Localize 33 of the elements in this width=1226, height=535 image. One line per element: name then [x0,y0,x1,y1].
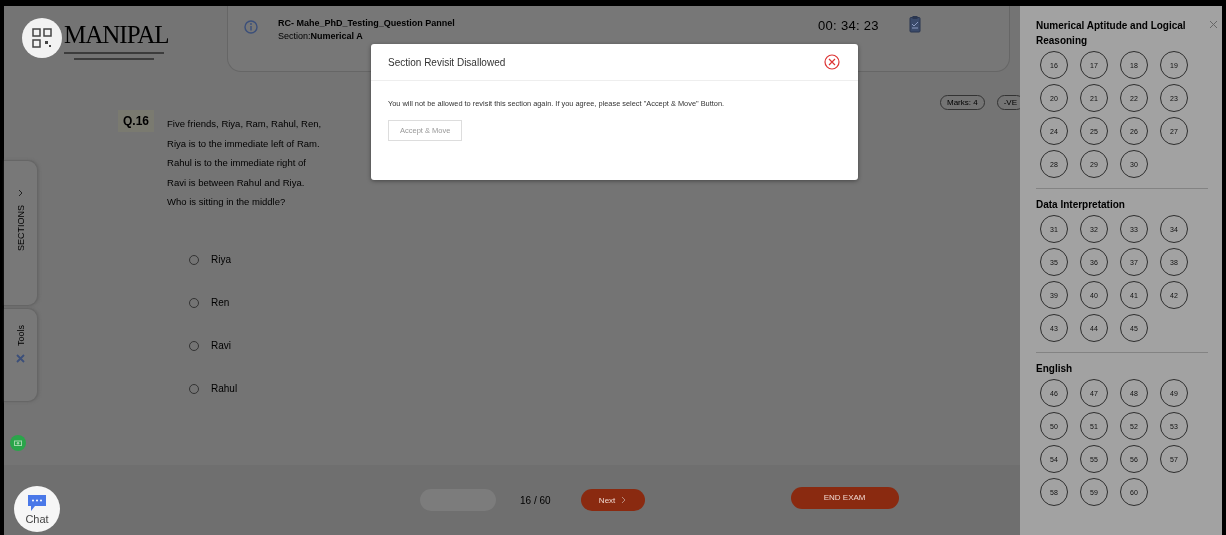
tools-icon [16,354,25,363]
chevron-icon [621,496,627,504]
chevron-icon [17,189,24,197]
option-label[interactable]: Rahul [211,383,238,394]
close-icon[interactable] [824,54,840,70]
question-text: Who is sitting in the middle? [167,195,287,209]
section-title: Numerical Aptitude and Logical Reasoning [1036,19,1186,48]
end-exam-button[interactable]: END EXAM [790,486,899,509]
question-counter: 16 / 60 [520,494,551,506]
side-tab[interactable]: Tools [4,308,38,402]
section-title: English [1036,362,1074,376]
option-label[interactable]: Riya [211,254,231,265]
exam-title: RC- Mahe_PhD_Testing_Question Pannel [278,18,456,28]
side-tab[interactable]: SECTIONS [4,160,38,306]
option-label[interactable]: Ren [211,297,230,308]
chat-icon [27,493,47,512]
dialog-title: Section Revisit Disallowed [388,56,506,68]
close-icon[interactable] [1209,20,1218,29]
question-text: Riya is to the immediate left of Ram. [167,136,321,151]
info-icon[interactable] [244,20,258,34]
qr-code-icon [22,18,62,58]
logo-text: MANIPAL [64,20,169,50]
question-text: Rahul is to the immediate right of [167,156,307,170]
timer: 00: 34: 23 [818,18,879,33]
clipboard-icon[interactable] [908,15,921,33]
question-text: Five friends, Riya, Ram, Rahul, Ren, [167,117,322,131]
question-number: Q.16 [118,110,154,132]
option-label[interactable]: Ravi [211,340,231,351]
camera-icon[interactable] [10,435,26,451]
section-title: Data Interpretation [1036,198,1126,212]
question-text: Ravi is between Rahul and Riya. [167,175,306,190]
next-button[interactable]: Next [580,489,645,511]
section-name: Section:Numerical A [278,31,364,41]
